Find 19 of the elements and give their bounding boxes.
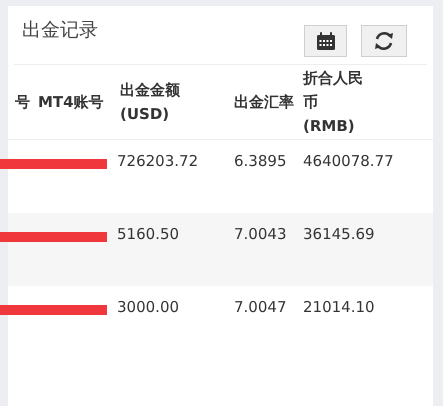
column-header: 出金汇率 [234, 92, 295, 113]
calendar-icon [316, 32, 336, 50]
table-cell: 21014.10 [303, 298, 375, 316]
table-cell: 4640078.77 [303, 152, 394, 170]
table-cell: 6.3895 [234, 152, 286, 170]
column-header: 号 [14, 92, 30, 113]
column-header: 出金金额 (USD) [120, 80, 181, 125]
refresh-icon [373, 31, 395, 51]
table-cell: 7.0043 [234, 225, 286, 243]
refresh-button[interactable] [361, 25, 407, 57]
table-cell: 3000.00 [117, 298, 180, 316]
calendar-button[interactable] [304, 25, 347, 57]
column-header: MT4账号 [38, 92, 105, 113]
table-cell: 5160.50 [117, 225, 180, 243]
table-cell: 7.0047 [234, 298, 286, 316]
table-cell: 36145.69 [303, 225, 375, 243]
column-header: 折合人民币 (RMB) [303, 68, 364, 137]
page-title: 出金记录 [22, 18, 99, 43]
table-cell: 726203.72 [117, 152, 198, 170]
